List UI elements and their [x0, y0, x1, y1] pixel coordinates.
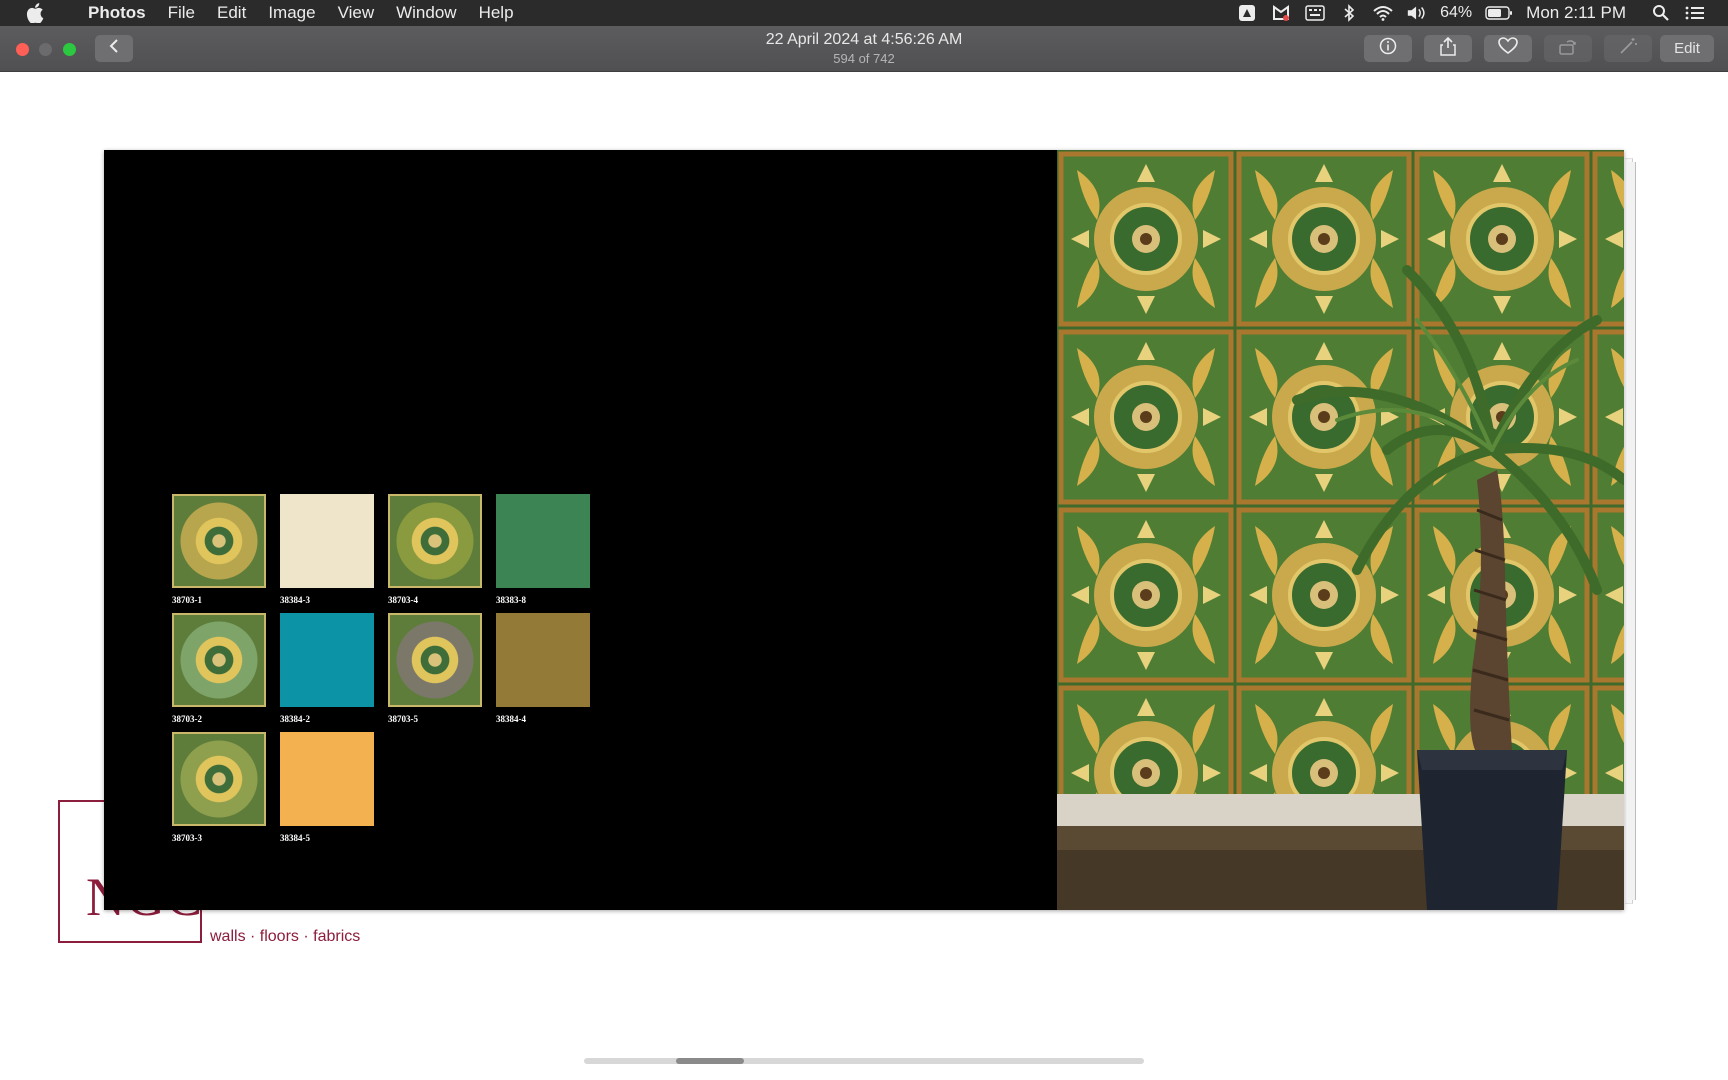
rotate-icon: [1558, 37, 1578, 60]
swatch-38384-2: [280, 613, 374, 707]
swatch-code-label: 38703-2: [172, 714, 202, 724]
info-icon: [1379, 37, 1397, 60]
swatch-38384-5: [280, 732, 374, 826]
edit-button[interactable]: Edit: [1660, 35, 1714, 62]
wallpaper-room-photo: [1057, 150, 1624, 910]
swatch-code-label: 38384-3: [280, 595, 310, 605]
menu-help[interactable]: Help: [479, 3, 514, 23]
swatch-code-label: 38384-5: [280, 833, 310, 843]
rotate-button[interactable]: [1544, 35, 1592, 62]
swatch-38703-2: [172, 613, 266, 707]
menu-bar: Photos File Edit Image View Window Help …: [0, 0, 1728, 26]
screen-capture-icon[interactable]: [1236, 3, 1258, 23]
photo-viewer: NGC walls · floors · fabrics 38703-13838…: [0, 72, 1728, 1080]
menu-edit[interactable]: Edit: [217, 3, 246, 23]
catalog-page-edge-back: [1628, 162, 1636, 900]
apple-icon[interactable]: [24, 2, 46, 24]
battery-icon[interactable]: [1484, 3, 1514, 23]
swatch-code-label: 38703-5: [388, 714, 418, 724]
horizontal-scrollbar[interactable]: [584, 1058, 1144, 1064]
share-icon: [1440, 36, 1456, 61]
menu-clock[interactable]: Mon 2:11 PM: [1526, 3, 1626, 23]
favorite-button[interactable]: [1484, 35, 1532, 62]
menu-window[interactable]: Window: [396, 3, 456, 23]
catalog-spread-photo: 38703-1 38384-3 38703-4 38383-8 38703-2 38384…: [104, 150, 1624, 910]
bluetooth-icon[interactable]: [1338, 3, 1360, 23]
swatch-38703-5: [388, 613, 482, 707]
swatch-code-label: 38383-8: [496, 595, 526, 605]
swatch-38383-8: [496, 494, 590, 588]
info-button[interactable]: [1364, 35, 1412, 62]
swatch-code-label: 38703-4: [388, 595, 418, 605]
swatch-38384-3: [280, 494, 374, 588]
menu-image[interactable]: Image: [268, 3, 315, 23]
photos-toolbar: 22 April 2024 at 4:56:26 AM 594 of 742 E…: [0, 26, 1728, 72]
control-center-icon[interactable]: [1684, 3, 1706, 23]
scrollbar-thumb[interactable]: [676, 1058, 744, 1064]
swatch-code-label: 38384-4: [496, 714, 526, 724]
menu-app-photos[interactable]: Photos: [88, 3, 146, 23]
wallpaper-scene: [1057, 150, 1624, 910]
swatch-38703-3: [172, 732, 266, 826]
swatch-38703-1: [172, 494, 266, 588]
battery-percentage: 64%: [1440, 4, 1473, 21]
menu-file[interactable]: File: [168, 3, 195, 23]
favorite-heart-icon: [1498, 37, 1518, 60]
enhance-button[interactable]: [1604, 35, 1652, 62]
enhance-wand-icon: [1618, 37, 1638, 60]
volume-icon[interactable]: [1406, 3, 1428, 23]
wifi-icon[interactable]: [1372, 3, 1394, 23]
swatch-code-label: 38703-1: [172, 595, 202, 605]
keyboard-icon[interactable]: [1304, 3, 1326, 23]
share-button[interactable]: [1424, 35, 1472, 62]
brand-tagline: walls · floors · fabrics: [210, 928, 361, 945]
swatch-38703-4: [388, 494, 482, 588]
menu-view[interactable]: View: [338, 3, 375, 23]
spotlight-search-icon[interactable]: [1650, 3, 1672, 23]
swatch-code-label: 38384-2: [280, 714, 310, 724]
swatch-code-label: 38703-3: [172, 833, 202, 843]
mail-shield-icon[interactable]: [1270, 3, 1292, 23]
swatch-38384-4: [496, 613, 590, 707]
